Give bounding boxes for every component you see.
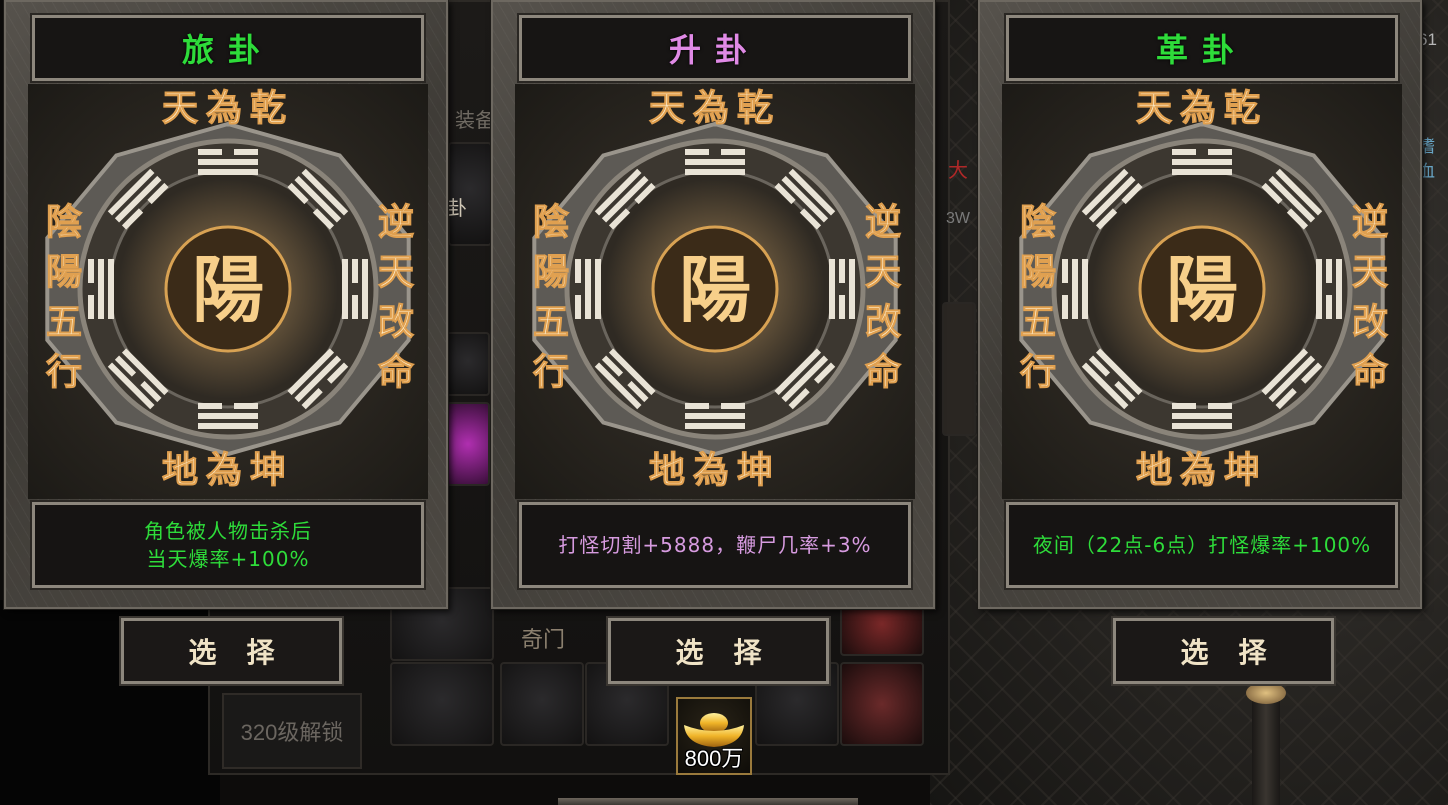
qimen-label: 奇门 — [521, 627, 566, 652]
bagua-wheel-icon: 陽天為乾地為坤陰陽五行逆天改命 — [1019, 87, 1389, 492]
right-calligraphy-char: 改 — [865, 301, 901, 343]
tab-gua-partial[interactable]: 卦 — [447, 192, 467, 221]
tab-equipment-partial[interactable]: 装备 — [455, 104, 495, 133]
select-button-2[interactable]: 选择 — [606, 616, 831, 686]
panel-scroll-handle[interactable] — [942, 302, 976, 436]
top-calligraphy: 天為乾 — [162, 87, 294, 129]
right-calligraphy-char: 命 — [1352, 351, 1388, 393]
left-calligraphy-char: 陰 — [1020, 201, 1056, 243]
center-glyph: 陽 — [192, 247, 264, 332]
hexagram-card-1: 旅卦 陽天為乾 地為坤陰陽五行逆天改命 角色被人物击杀后 当天爆率+100% — [4, 0, 448, 609]
equipment-slot — [500, 662, 584, 746]
left-calligraphy-char: 陽 — [1020, 251, 1056, 293]
right-calligraphy-char: 天 — [1352, 251, 1388, 293]
left-calligraphy-char: 陰 — [533, 201, 569, 243]
left-calligraphy-char: 陽 — [46, 251, 82, 293]
description-line: 打怪切割+5888，鞭尸几率+3% — [558, 533, 872, 557]
right-calligraphy-char: 天 — [378, 251, 414, 293]
hud-red-label: 大 — [948, 160, 968, 182]
right-calligraphy-char: 逆 — [865, 201, 901, 243]
hud-small-label: 3W — [946, 210, 970, 227]
card-description: 打怪切割+5888，鞭尸几率+3% — [517, 500, 913, 590]
left-calligraphy-char: 陽 — [533, 251, 569, 293]
top-calligraphy: 天為乾 — [649, 87, 781, 129]
bagua-artwork: 陽天為乾 地為坤陰陽五行逆天改命 — [515, 84, 915, 499]
locked-slot: 320级解锁 — [222, 693, 362, 769]
bagua-wheel-icon: 陽天為乾地為坤陰陽五行逆天改命 — [45, 87, 415, 492]
left-calligraphy-char: 五 — [46, 301, 82, 343]
right-calligraphy-char: 逆 — [1352, 201, 1388, 243]
left-calligraphy-char: 行 — [1020, 351, 1056, 393]
bagua-artwork: 陽天為乾 地為坤陰陽五行逆天改命 — [1002, 84, 1402, 499]
gold-ingot-item[interactable]: 800万 — [676, 697, 752, 775]
lock-label: 320级解锁 — [240, 720, 344, 745]
bagua-wheel-icon: 陽天為乾地為坤陰陽五行逆天改命 — [532, 87, 902, 492]
right-calligraphy-char: 天 — [865, 251, 901, 293]
card-title: 旅卦 — [30, 13, 426, 83]
equipment-slot — [390, 662, 494, 746]
hexagram-card-3: 革卦 陽天為乾 地為坤陰陽五行逆天改命 夜间（22点-6点）打怪爆率+100% — [978, 0, 1422, 609]
select-button-1[interactable]: 选择 — [119, 616, 344, 686]
left-calligraphy-char: 陰 — [46, 201, 82, 243]
bottom-calligraphy: 地為坤 — [649, 449, 781, 491]
right-calligraphy-char: 改 — [378, 301, 414, 343]
equipment-slot — [840, 662, 924, 746]
equipment-slot — [446, 332, 490, 396]
torch-pillar — [1246, 682, 1286, 805]
bagua-artwork: 陽天為乾 地為坤陰陽五行逆天改命 — [28, 84, 428, 499]
left-calligraphy-char: 行 — [46, 351, 82, 393]
description-line: 当天爆率+100% — [146, 547, 310, 571]
center-glyph: 陽 — [1166, 247, 1238, 332]
right-calligraphy-char: 逆 — [378, 201, 414, 243]
hud-status-label: 嗜血 — [1418, 137, 1435, 181]
top-calligraphy: 天為乾 — [1136, 87, 1268, 129]
left-calligraphy-char: 五 — [1020, 301, 1056, 343]
bottom-calligraphy: 地為坤 — [1136, 449, 1268, 491]
description-line: 夜间（22点-6点）打怪爆率+100% — [1032, 533, 1372, 557]
left-calligraphy-char: 行 — [533, 351, 569, 393]
equipment-slot — [446, 402, 490, 486]
bottom-calligraphy: 地為坤 — [162, 449, 294, 491]
card-description: 角色被人物击杀后 当天爆率+100% — [30, 500, 426, 590]
card-title: 升卦 — [517, 13, 913, 83]
select-button-3[interactable]: 选择 — [1111, 616, 1336, 686]
right-calligraphy-char: 改 — [1352, 301, 1388, 343]
hexagram-card-2: 升卦 陽天為乾 地為坤陰陽五行逆天改命 打怪切割+5888，鞭尸几率+3% — [491, 0, 935, 609]
right-calligraphy-char: 命 — [865, 351, 901, 393]
center-glyph: 陽 — [679, 247, 751, 332]
card-description: 夜间（22点-6点）打怪爆率+100% — [1004, 500, 1400, 590]
card-title: 革卦 — [1004, 13, 1400, 83]
right-calligraphy-char: 命 — [378, 351, 414, 393]
left-calligraphy-char: 五 — [533, 301, 569, 343]
description-line: 角色被人物击杀后 — [144, 519, 312, 543]
bottom-frame-bar — [558, 798, 858, 805]
gold-count-label: 800万 — [684, 746, 744, 771]
